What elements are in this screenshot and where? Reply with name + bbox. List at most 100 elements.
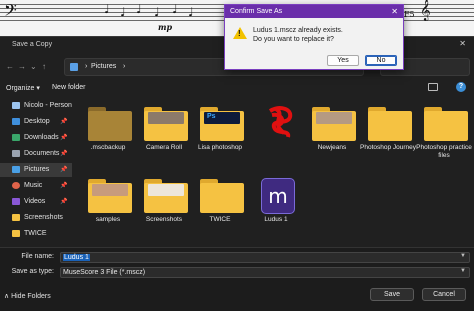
- pin-icon: 📌: [60, 135, 68, 141]
- folder-name: .mscbackup: [90, 144, 126, 151]
- folder-name: Photoshop practice files: [416, 144, 472, 159]
- confirm-titlebar: Confirm Save As ✕: [225, 5, 403, 18]
- sidebar-item-music[interactable]: Music 📌: [0, 179, 72, 193]
- organize-button[interactable]: Organize ▾: [6, 84, 40, 92]
- folder-icon: [88, 107, 132, 141]
- cancel-button[interactable]: Cancel: [422, 288, 466, 301]
- chevron-down-icon[interactable]: ▼: [460, 253, 466, 259]
- folder-icon: [144, 179, 188, 213]
- folder-item[interactable]: TWICE: [192, 175, 248, 235]
- dynamic-marking: mp: [158, 22, 173, 32]
- folder-icon: [312, 107, 356, 141]
- folder-name: Photoshop Journey: [360, 144, 417, 151]
- back-arrow-icon[interactable]: ←: [6, 62, 14, 71]
- sidebar-item-label: Documents: [24, 150, 60, 157]
- pin-icon: 📌: [60, 183, 68, 189]
- no-button[interactable]: No: [365, 55, 397, 66]
- sidebar-item-twice[interactable]: TWICE: [0, 227, 72, 241]
- warning-mark: !: [238, 29, 241, 38]
- folder-item[interactable]: Photoshop practice files: [416, 103, 472, 163]
- recent-locations-icon[interactable]: ⌄: [30, 62, 37, 71]
- sidebar-item-label: Nicolo - Person: [24, 102, 72, 109]
- folder-name: Camera Roll: [145, 144, 183, 151]
- pin-icon: 📌: [60, 199, 68, 205]
- up-arrow-icon[interactable]: ↑: [42, 62, 46, 71]
- red-scribble-icon: [268, 106, 293, 138]
- breadcrumb-sep-2: ›: [123, 63, 126, 70]
- sidebar-item-label: Screenshots: [24, 214, 63, 221]
- sidebar-item-downloads[interactable]: Downloads 📌: [0, 131, 72, 145]
- sidebar-item-label: Desktop: [24, 118, 50, 125]
- yes-button[interactable]: Yes: [327, 55, 359, 66]
- folder-item[interactable]: samples: [80, 175, 136, 235]
- sidebar-item-label: Pictures: [24, 166, 50, 173]
- confirm-title: Confirm Save As: [230, 8, 283, 15]
- sidebar-item-videos[interactable]: Videos 📌: [0, 195, 72, 209]
- clef-label: F5: [404, 10, 415, 19]
- forward-arrow-icon[interactable]: →: [18, 62, 26, 71]
- folder-icon: [12, 214, 20, 221]
- sidebar-item-pictures[interactable]: Pictures 📌: [0, 163, 72, 177]
- file-name-value: Ludus 1: [63, 254, 90, 261]
- musescore-icon: m: [261, 178, 295, 214]
- file-grid: .mscbackup Camera Roll Ps Lisa photoshop: [76, 99, 474, 245]
- file-name: Ludus 1: [264, 216, 288, 223]
- folder-icon: [200, 179, 244, 213]
- hide-folders-button[interactable]: ∧ Hide Folders: [4, 292, 51, 300]
- desktop-icon: [12, 118, 20, 125]
- pictures-icon: [12, 166, 20, 173]
- folder-name: Lisa photoshop: [197, 144, 243, 151]
- confirm-message-line1: Ludus 1.mscz already exists.: [253, 27, 343, 34]
- file-name-field[interactable]: Ludus 1 ▼: [60, 252, 470, 263]
- folder-item[interactable]: Photoshop Journey: [360, 103, 416, 163]
- sidebar-item-label: TWICE: [24, 230, 47, 237]
- folder-item[interactable]: Ps Lisa photoshop: [192, 103, 248, 163]
- chevron-down-icon[interactable]: ▼: [460, 268, 466, 274]
- pin-icon: 📌: [60, 151, 68, 157]
- dialog-title: Save a Copy: [12, 41, 53, 48]
- pictures-icon: [70, 63, 78, 71]
- help-icon[interactable]: ?: [456, 82, 466, 92]
- save-as-type-value: MuseScore 3 File (*.mscz): [63, 269, 146, 276]
- folder-item[interactable]: Newjeans: [304, 103, 360, 163]
- sidebar: Nicolo - Person Desktop 📌 Downloads 📌 Do…: [0, 99, 72, 245]
- sidebar-item-screenshots[interactable]: Screenshots: [0, 211, 72, 225]
- music-icon: [12, 182, 20, 189]
- confirm-close-icon[interactable]: ✕: [391, 7, 398, 16]
- sidebar-item-documents[interactable]: Documents 📌: [0, 147, 72, 161]
- folder-icon: Ps: [200, 107, 244, 141]
- folder-name: Screenshots: [145, 216, 183, 223]
- musescore-file-item[interactable]: m Ludus 1: [248, 175, 304, 235]
- folder-item[interactable]: Screenshots: [136, 175, 192, 235]
- save-as-type-select[interactable]: MuseScore 3 File (*.mscz) ▼: [60, 267, 470, 278]
- save-form: File name: Ludus 1 ▼ Save as type: MuseS…: [0, 247, 474, 311]
- sidebar-item-label: Music: [24, 182, 43, 189]
- sidebar-item-label: Videos: [24, 198, 46, 205]
- documents-icon: [12, 150, 20, 157]
- sidebar-item-label: Downloads: [24, 134, 59, 141]
- confirm-dialog: Confirm Save As ✕ ! Ludus 1.mscz already…: [224, 4, 404, 70]
- file-name-label: File name:: [21, 253, 54, 260]
- save-dialog: Save a Copy ✕ ← → ⌄ ↑ › Pictures › ⟳ Org…: [0, 36, 474, 311]
- sidebar-item-desktop[interactable]: Desktop 📌: [0, 115, 72, 129]
- new-folder-button[interactable]: New folder: [52, 84, 85, 91]
- folder-item[interactable]: .mscbackup: [80, 103, 136, 163]
- folder-icon: [368, 107, 412, 141]
- download-icon: [12, 134, 20, 141]
- breadcrumb-pictures[interactable]: Pictures: [91, 63, 116, 70]
- sidebar-item-onedrive[interactable]: Nicolo - Person: [0, 99, 72, 113]
- scribbled-item[interactable]: [248, 103, 304, 163]
- folder-item[interactable]: Camera Roll: [136, 103, 192, 163]
- view-options-icon[interactable]: [428, 83, 438, 91]
- command-bar: Organize ▾ New folder ?: [0, 81, 474, 97]
- save-as-type-label: Save as type:: [11, 268, 54, 275]
- videos-icon: [12, 198, 20, 205]
- cloud-icon: [12, 102, 20, 109]
- folder-name: samples: [95, 216, 121, 223]
- folder-icon: [88, 179, 132, 213]
- dialog-close-icon[interactable]: ✕: [459, 39, 466, 48]
- pin-icon: 📌: [60, 119, 68, 125]
- folder-name: Newjeans: [317, 144, 347, 151]
- save-button[interactable]: Save: [370, 288, 414, 301]
- breadcrumb-sep: ›: [85, 63, 88, 70]
